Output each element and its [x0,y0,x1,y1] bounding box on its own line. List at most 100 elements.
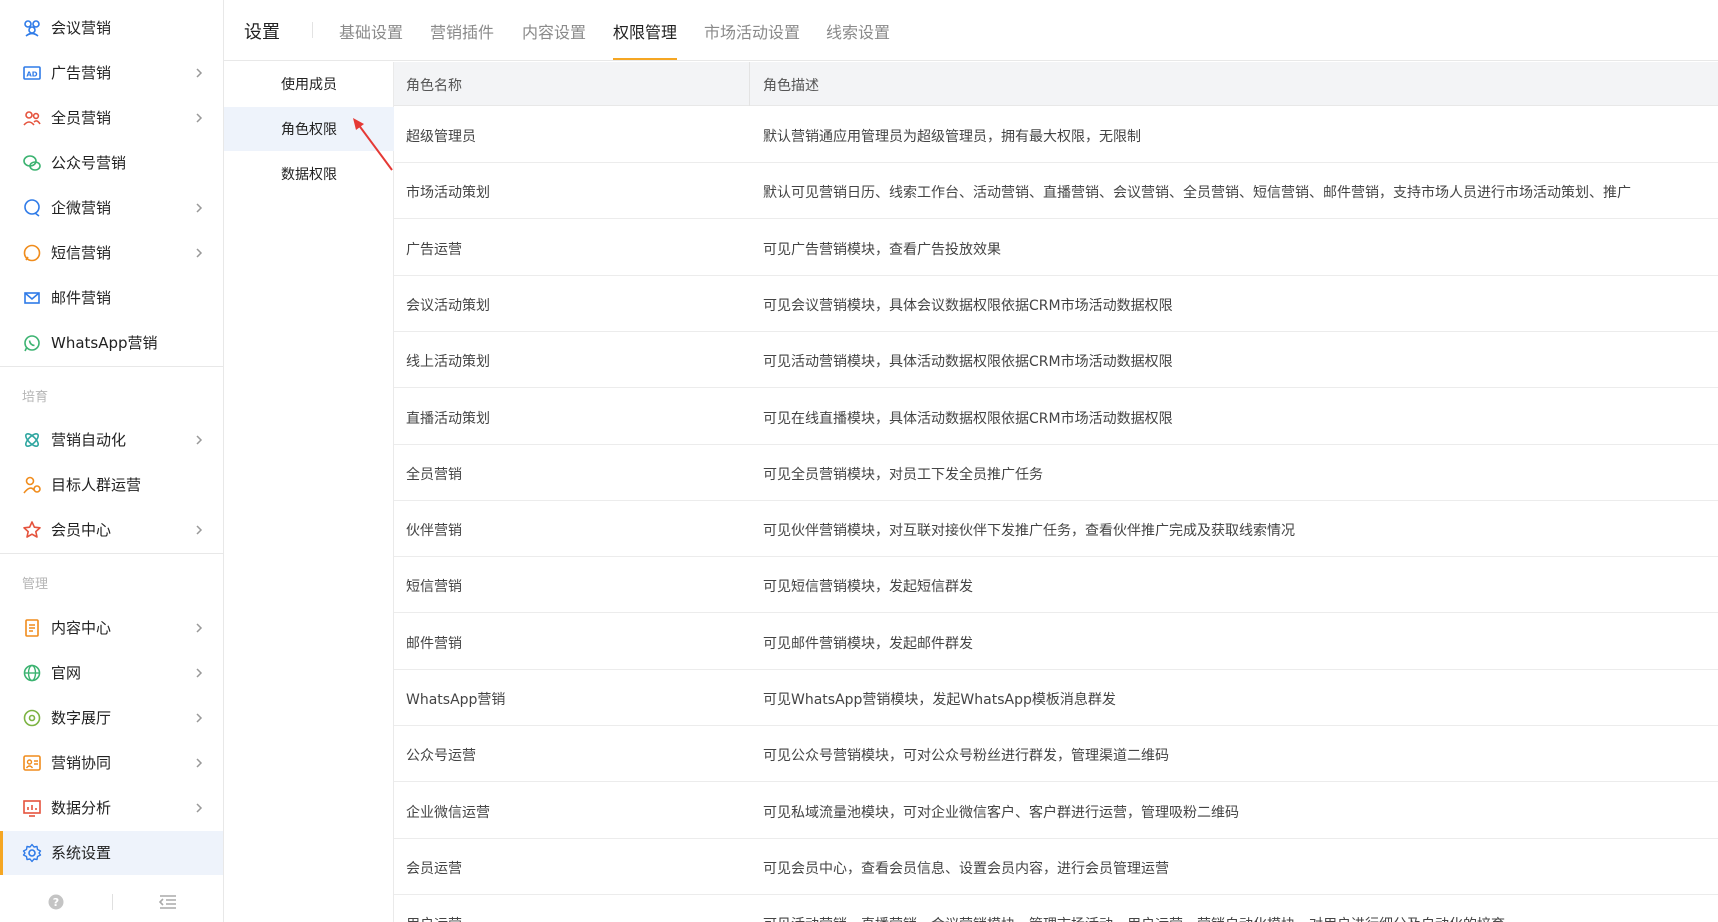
sidebar-item-email-marketing[interactable]: 邮件营销 [0,276,223,320]
role-name-cell: 邮件营销 [406,635,462,652]
subnav-members[interactable]: 使用成员 [224,62,394,106]
table-row[interactable]: 直播活动策划 可见在线直播模块，具体活动数据权限依据CRM市场活动数据权限 [394,389,1718,445]
title-separator [312,22,313,38]
subnav-role-permissions[interactable]: 角色权限 [224,107,394,151]
role-description-cell: 可见全员营销模块，对员工下发全员推广任务 [763,466,1043,483]
role-name-cell: 线上活动策划 [406,354,490,371]
chat-bubble-icon [22,198,42,218]
role-description-cell: 可见短信营销模块，发起短信群发 [763,579,973,596]
tab-market-activity-settings[interactable]: 市场活动设置 [704,19,800,43]
tab-content-settings[interactable]: 内容设置 [522,19,586,43]
collaboration-icon [22,753,42,773]
member-icon [22,520,42,540]
role-name-cell: 企业微信运营 [406,804,490,821]
table-row[interactable]: WhatsApp营销 可见WhatsApp营销模块，发起WhatsApp模板消息群… [394,670,1718,726]
column-header-role-name: 角色名称 [406,78,462,94]
tab-basic-settings[interactable]: 基础设置 [339,19,403,43]
role-name-cell: WhatsApp营销 [406,692,506,708]
role-name-cell: 全员营销 [406,466,462,483]
svg-text:AD: AD [26,71,37,79]
sidebar: 会议营销 AD 广告营销 全员营销 公众号营销 企微营销 短信营销 邮件营销 W… [0,0,224,922]
sidebar-item-meeting-marketing[interactable]: 会议营销 [0,6,223,50]
role-description-cell: 可见会议营销模块，具体会议数据权限依据CRM市场活动数据权限 [763,297,1173,314]
table-row[interactable]: 公众号运营 可见公众号营销模块，可对公众号粉丝进行群发，管理渠道二维码 [394,726,1718,783]
sidebar-item-label: 营销协同 [51,754,112,772]
role-name-cell: 短信营销 [406,579,462,596]
gear-icon [22,843,42,863]
chevron-right-icon [196,803,203,813]
sidebar-item-label: 营销自动化 [51,431,127,449]
chevron-right-icon [196,248,203,258]
table-row[interactable]: 线上活动策划 可见活动营销模块，具体活动数据权限依据CRM市场活动数据权限 [394,332,1718,389]
table-row[interactable]: 伙伴营销 可见伙伴营销模块，对互联对接伙伴下发推广任务，查看伙伴推广完成及获取线索… [394,501,1718,558]
table-row[interactable]: 企业微信运营 可见私域流量池模块，可对企业微信客户、客户群进行运营，管理吸粉二维码 [394,783,1718,839]
wechat-icon [22,153,42,173]
sidebar-item-marketing-automation[interactable]: 营销自动化 [0,418,223,462]
table-row[interactable]: 市场活动策划 默认可见营销日历、线索工作台、活动营销、直播营销、会议营销、全员营销… [394,163,1718,220]
sidebar-item-label: 短信营销 [51,244,112,262]
sidebar-divider [0,366,223,367]
tab-permission-management[interactable]: 权限管理 [613,19,677,43]
subnav-data-permissions[interactable]: 数据权限 [224,152,394,196]
sidebar-item-label: 会员中心 [51,521,112,539]
role-name-cell: 会议活动策划 [406,297,490,314]
table-row[interactable]: 全员营销 可见全员营销模块，对员工下发全员推广任务 [394,445,1718,501]
tab-marketing-plugins[interactable]: 营销插件 [430,19,494,43]
table-row[interactable]: 用户运营 可见活动营销、直播营销、会议营销模块，管理市场活动，用户运营，营销自动化… [394,895,1718,922]
sidebar-item-system-settings[interactable]: 系统设置 [0,831,223,875]
role-description-cell: 可见私域流量池模块，可对企业微信客户、客户群进行运营，管理吸粉二维码 [763,804,1239,821]
sidebar-item-ad-marketing[interactable]: AD 广告营销 [0,51,223,95]
sidebar-divider [0,553,223,554]
sidebar-item-official-account-marketing[interactable]: 公众号营销 [0,141,223,185]
role-name-cell: 市场活动策划 [406,185,490,202]
svg-text:?: ? [53,896,59,909]
sidebar-item-target-audience[interactable]: 目标人群运营 [0,463,223,507]
table-row[interactable]: 短信营销 可见短信营销模块，发起短信群发 [394,557,1718,614]
group-title-manage: 管理 [22,577,49,592]
table-row[interactable]: 广告运营 可见广告营销模块，查看广告投放效果 [394,220,1718,276]
chevron-right-icon [196,668,203,678]
role-description-cell: 可见公众号营销模块，可对公众号粉丝进行群发，管理渠道二维码 [763,748,1169,765]
tab-lead-settings[interactable]: 线索设置 [826,19,890,43]
sidebar-item-content-center[interactable]: 内容中心 [0,606,223,650]
role-description-cell: 可见活动营销、直播营销、会议营销模块，管理市场活动，用户运营，营销自动化模块，对… [763,914,1505,922]
role-name-cell: 广告运营 [406,241,462,258]
sidebar-item-digital-showroom[interactable]: 数字展厅 [0,696,223,740]
table-row[interactable]: 邮件营销 可见邮件营销模块，发起邮件群发 [394,614,1718,670]
role-description-cell: 可见广告营销模块，查看广告投放效果 [763,241,1001,258]
people-group-icon [22,18,42,38]
sidebar-item-all-staff-marketing[interactable]: 全员营销 [0,96,223,140]
sidebar-item-whatsapp-marketing[interactable]: WhatsApp营销 [0,321,223,365]
chevron-right-icon [196,713,203,723]
role-name-cell: 公众号运营 [406,748,476,765]
table-row[interactable]: 超级管理员 默认营销通应用管理员为超级管理员，拥有最大权限，无限制 [394,107,1718,163]
sidebar-item-label: 企微营销 [51,199,112,217]
role-name-cell: 超级管理员 [406,129,476,145]
sidebar-item-label: 官网 [51,664,82,682]
sidebar-item-data-analysis[interactable]: 数据分析 [0,786,223,830]
role-name-cell: 会员运营 [406,860,462,877]
role-description-cell: 可见WhatsApp营销模块，发起WhatsApp模板消息群发 [763,692,1116,708]
help-icon[interactable]: ? [48,894,64,910]
sidebar-item-label: 会议营销 [51,19,112,37]
sidebar-item-label: 数字展厅 [51,709,112,727]
ad-icon: AD [22,63,42,83]
table-row[interactable]: 会议活动策划 可见会议营销模块，具体会议数据权限依据CRM市场活动数据权限 [394,276,1718,332]
role-description-cell: 可见活动营销模块，具体活动数据权限依据CRM市场活动数据权限 [763,354,1173,371]
sidebar-item-website[interactable]: 官网 [0,651,223,695]
collapse-menu-icon[interactable] [159,894,177,910]
automation-icon [22,430,42,450]
table-row[interactable]: 会员运营 可见会员中心，查看会员信息、设置会员内容，进行会员管理运营 [394,839,1718,895]
sidebar-item-label: 数据分析 [51,799,112,817]
sidebar-item-marketing-collaboration[interactable]: 营销协同 [0,741,223,785]
chevron-right-icon [196,758,203,768]
role-description-cell: 可见在线直播模块，具体活动数据权限依据CRM市场活动数据权限 [763,410,1173,427]
chevron-right-icon [196,203,203,213]
table-header: 角色名称 角色描述 [394,62,1718,106]
sidebar-item-wecom-marketing[interactable]: 企微营销 [0,186,223,230]
sidebar-item-member-center[interactable]: 会员中心 [0,508,223,552]
sidebar-item-sms-marketing[interactable]: 短信营销 [0,231,223,275]
page-title: 设置 [244,22,280,43]
sidebar-footer: ? [0,880,223,922]
column-separator [749,62,750,106]
